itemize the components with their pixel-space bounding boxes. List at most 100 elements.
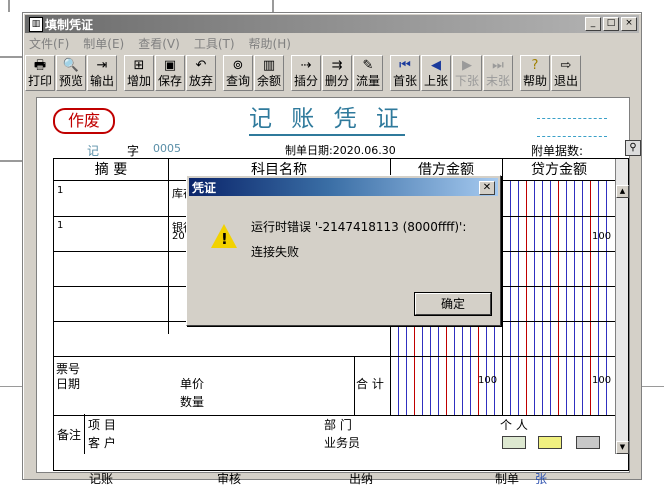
window-title: 填制凭证 — [45, 18, 94, 32]
preview-button[interactable]: 🔍 预览 — [56, 55, 86, 91]
export-icon: ⇥ — [96, 58, 108, 73]
desktop-line — [0, 56, 22, 58]
column-divider — [502, 159, 503, 415]
cash-flow-button[interactable]: ✎ 流量 — [353, 55, 383, 91]
add-button[interactable]: ⊞ 增加 — [124, 55, 154, 91]
row-divider — [54, 356, 628, 357]
delete-entry-button[interactable]: ⇉ 删分 — [322, 55, 352, 91]
person-label: 个 人 — [500, 418, 528, 432]
dashed-line — [537, 136, 607, 137]
next-icon: ▶ — [462, 58, 472, 73]
error-dialog: 凭证 ✕ ! 运行时错误 '-2147418113 (8000ffff)': 连… — [186, 175, 501, 326]
dialog-titlebar[interactable]: 凭证 ✕ — [189, 178, 498, 196]
delete-row-icon: ⇉ — [331, 58, 343, 73]
undo-icon: ↶ — [195, 58, 207, 73]
save-icon: ▣ — [163, 58, 177, 73]
credit-total: 100 — [592, 375, 612, 386]
entry-summary[interactable]: 1 — [57, 185, 63, 196]
binoculars-icon: ⊚ — [232, 58, 244, 73]
card-icon[interactable] — [538, 436, 562, 449]
dialog-close-button[interactable]: ✕ — [479, 181, 495, 195]
close-button[interactable]: × — [621, 17, 637, 31]
preview-icon: 🔍 — [62, 58, 80, 73]
discard-button[interactable]: ↶ 放弃 — [186, 55, 216, 91]
credit-header: 贷方金额 — [502, 159, 616, 181]
voucher-title: 记 账 凭 证 — [249, 104, 405, 136]
save-button[interactable]: ▣ 保存 — [155, 55, 185, 91]
auditor-label: 审核 — [217, 472, 242, 486]
debit-total: 100 — [478, 375, 498, 386]
column-divider — [168, 159, 169, 334]
menu-view[interactable]: 查看(V) — [138, 35, 180, 53]
grid-scrollbar[interactable]: ▲ — [615, 159, 629, 415]
desktop-line — [8, 0, 10, 12]
scroll-up-arrow[interactable]: ▲ — [616, 185, 629, 198]
preparer-label: 制单 — [495, 472, 520, 486]
app-icon: ▥ — [29, 17, 43, 32]
customer-label: 客 户 — [88, 436, 116, 450]
toolbar: 🖶 打印 🔍 预览 ⇥ 输出 ⊞ 增加 ▣ 保存 ↶ 放弃 ⊚ 查询 ▥ 余额 ⇢ 插分 ⇉ 删分 … — [25, 55, 582, 93]
next-voucher-button[interactable]: ▶ 下张 — [452, 55, 482, 91]
attachments-label: 附单据数: — [531, 144, 584, 158]
department-label: 部 门 — [324, 418, 352, 432]
prev-voucher-button[interactable]: ◀ 上张 — [421, 55, 451, 91]
last-voucher-button[interactable]: ⏭ 末张 — [483, 55, 513, 91]
prev-icon: ◀ — [431, 58, 441, 73]
help-icon: ? — [531, 58, 539, 73]
remarks-label: 备注 — [57, 428, 82, 442]
last-icon: ⏭ — [492, 58, 504, 73]
dialog-title: 凭证 — [192, 181, 217, 195]
minimize-button[interactable]: _ — [585, 17, 601, 31]
exit-icon: ⇨ — [560, 58, 572, 73]
total-label: 合 计 — [356, 377, 384, 391]
dialog-message: 运行时错误 '-2147418113 (8000ffff)': — [251, 220, 467, 234]
menu-voucher[interactable]: 制单(E) — [83, 35, 124, 53]
dashed-line — [537, 118, 607, 119]
add-icon: ⊞ — [133, 58, 145, 73]
menu-file[interactable]: 文件(F) — [29, 35, 69, 53]
export-button[interactable]: ⇥ 输出 — [87, 55, 117, 91]
voucher-zi-label: 字 — [127, 144, 140, 158]
exit-button[interactable]: ⇨ 退出 — [551, 55, 581, 91]
insert-entry-button[interactable]: ⇢ 插分 — [291, 55, 321, 91]
menu-bar: 文件(F) 制单(E) 查看(V) 工具(T) 帮助(H) — [25, 35, 291, 53]
preparer-name: 张 — [535, 472, 548, 486]
window-controls: _ □ × — [585, 17, 637, 31]
menu-help[interactable]: 帮助(H) — [249, 35, 291, 53]
project-label: 项 目 — [88, 418, 116, 432]
total-divider — [354, 356, 355, 415]
date-label: 日期 — [56, 377, 81, 391]
summary-header: 摘 要 — [54, 159, 168, 181]
help-button[interactable]: ? 帮助 — [520, 55, 550, 91]
menu-tools[interactable]: 工具(T) — [194, 35, 235, 53]
void-stamp: 作废 — [53, 108, 115, 134]
flow-icon: ✎ — [362, 58, 374, 73]
scroll-down-arrow[interactable]: ▼ — [616, 441, 629, 454]
window-titlebar[interactable]: ▥ 填制凭证 _ □ × — [25, 15, 639, 33]
voucher-date: 制单日期:2020.06.30 — [285, 144, 396, 157]
voucher-type-field[interactable]: 记 — [87, 142, 99, 159]
printer-icon: 🖶 — [33, 58, 47, 73]
salesperson-label: 业务员 — [324, 436, 361, 450]
dialog-message-detail: 连接失败 — [251, 245, 300, 259]
maximize-button[interactable]: □ — [603, 17, 619, 31]
desktop-line — [0, 386, 22, 387]
bar-chart-icon: ▥ — [262, 58, 276, 73]
remarks-divider — [84, 414, 85, 454]
desktop-line — [0, 160, 22, 162]
search-icon[interactable]: ⚲ — [625, 140, 641, 156]
first-voucher-button[interactable]: ⏮ 首张 — [390, 55, 420, 91]
remarks-scrollbar[interactable]: ▼ — [615, 414, 629, 454]
tool-icon[interactable] — [576, 436, 600, 449]
card-icon[interactable] — [502, 436, 526, 449]
ok-button[interactable]: 确定 — [415, 293, 491, 315]
print-button[interactable]: 🖶 打印 — [25, 55, 55, 91]
desktop-line — [272, 0, 274, 12]
first-icon: ⏮ — [399, 58, 411, 73]
entry-credit[interactable]: 100 — [592, 231, 611, 242]
voucher-number: 0005 — [153, 142, 181, 155]
balance-button[interactable]: ▥ 余额 — [254, 55, 284, 91]
warning-icon-mark: ! — [221, 230, 228, 248]
entry-summary[interactable]: 1 — [57, 220, 63, 231]
query-button[interactable]: ⊚ 查询 — [223, 55, 253, 91]
